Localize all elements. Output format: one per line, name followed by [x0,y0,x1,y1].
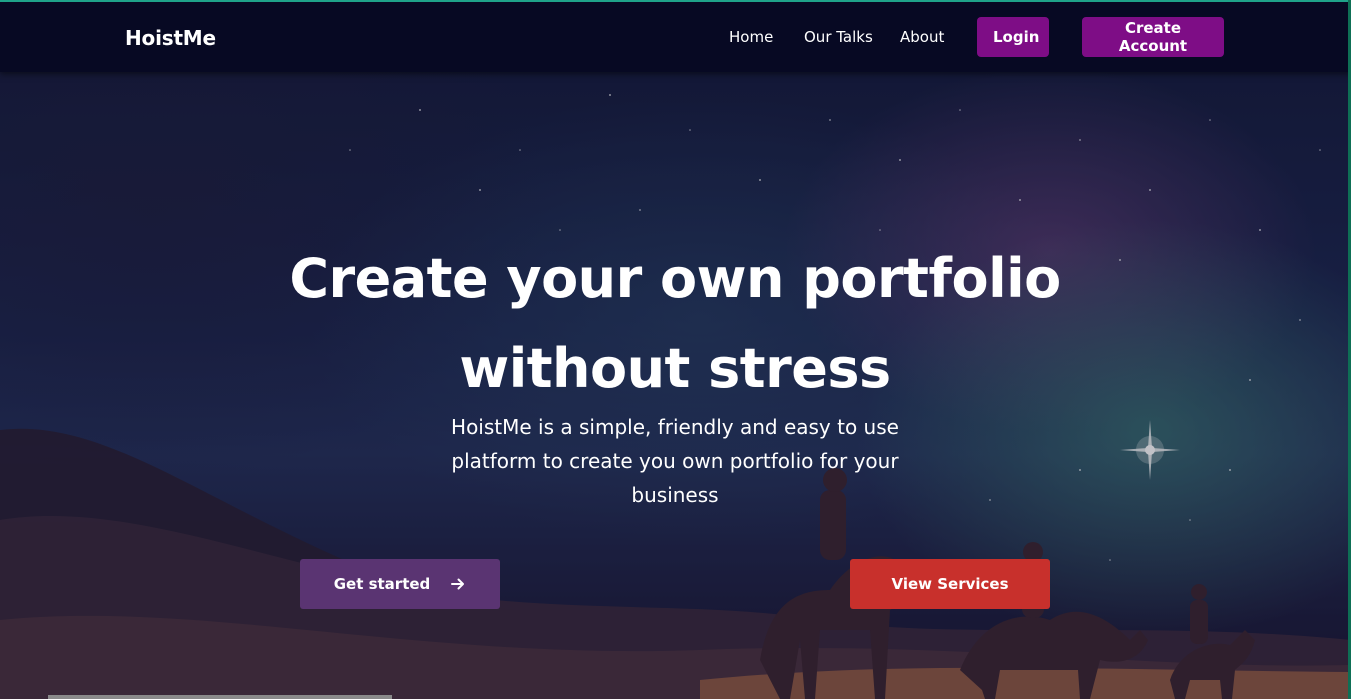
brand-logo[interactable]: HoistMe [125,26,216,50]
get-started-label: Get started [333,575,431,593]
login-button[interactable]: Login [977,17,1049,57]
hero-subtitle-line-3: business [631,483,719,507]
nav-link-our-talks[interactable]: Our Talks [804,28,873,46]
landing-page: HoistMe Home Our Talks About Login Creat… [0,0,1351,699]
hero-title: Create your own portfolio without stress [250,234,1100,414]
get-started-button[interactable]: Get started [300,559,500,609]
hero-subtitle: HoistMe is a simple, friendly and easy t… [430,410,920,512]
hero-section: Create your own portfolio without stress… [0,72,1351,699]
nav-link-about[interactable]: About [900,28,944,46]
hero-title-line-2: without stress [459,337,891,400]
hero-title-line-1: Create your own portfolio [289,247,1061,310]
hero-subtitle-line-2: platform to create you own portfolio for… [451,449,899,473]
hero-subtitle-line-1: HoistMe is a simple, friendly and easy t… [451,415,899,439]
top-border [0,0,1351,2]
view-services-button[interactable]: View Services [850,559,1050,609]
horizontal-scrollbar[interactable] [48,695,392,699]
top-navbar: HoistMe Home Our Talks About Login Creat… [0,2,1351,72]
arrow-right-icon [451,578,465,590]
nav-link-home[interactable]: Home [729,28,773,46]
create-account-button[interactable]: Create Account [1082,17,1224,57]
